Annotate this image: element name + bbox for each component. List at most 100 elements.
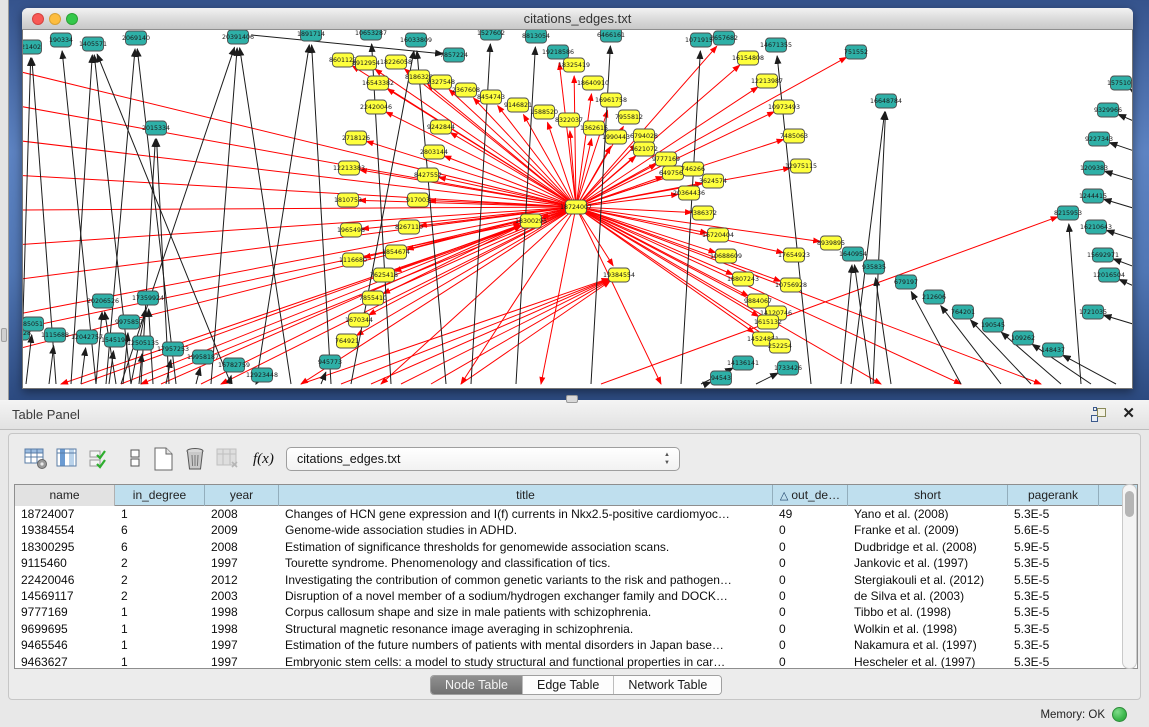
table-row[interactable]: 911546021997Tourette syndrome. Phenomeno… xyxy=(15,555,1137,571)
tab-network-table[interactable]: Network Table xyxy=(614,676,721,695)
graph-node[interactable]: 1640954 xyxy=(839,247,867,261)
graph-node[interactable]: 6466161 xyxy=(597,30,625,42)
graph-node[interactable]: 8427552 xyxy=(414,168,442,182)
graph-node[interactable]: 9327548 xyxy=(427,75,455,89)
graph-node[interactable]: 14136141 xyxy=(727,356,759,370)
graph-node[interactable]: 1621072 xyxy=(630,142,658,156)
graph-node[interactable]: 1990443 xyxy=(602,130,630,144)
column-header-year[interactable]: year xyxy=(205,485,279,506)
column-header-short[interactable]: short xyxy=(848,485,1008,506)
graph-node[interactable]: 764201 xyxy=(951,305,975,319)
column-header-title[interactable]: title xyxy=(279,485,773,506)
graph-node[interactable]: 18640910 xyxy=(577,76,609,90)
graph-node[interactable]: 18325419 xyxy=(558,58,590,72)
graph-node[interactable]: 1527602 xyxy=(477,30,505,40)
table-settings-icon[interactable] xyxy=(23,446,49,472)
graph-node[interactable]: 19958187 xyxy=(187,350,219,364)
graph-node[interactable]: 17654923 xyxy=(778,248,810,262)
graph-node[interactable]: 12042757 xyxy=(71,330,103,344)
graph-node[interactable]: 16648784 xyxy=(870,94,902,108)
graph-node[interactable]: 2657682 xyxy=(710,31,738,45)
graph-node[interactable]: 8454743 xyxy=(477,90,505,104)
graph-node[interactable]: 1209383 xyxy=(1080,161,1108,175)
graph-node[interactable]: 252254 xyxy=(768,339,792,353)
graph-node[interactable]: 12213987 xyxy=(751,74,783,88)
graph-node[interactable]: 16961758 xyxy=(595,93,627,107)
table-row[interactable]: 1938455462009Genome-wide association stu… xyxy=(15,522,1137,538)
graph-node[interactable]: 8939895 xyxy=(817,236,845,250)
table-row[interactable]: 946554611997Estimation of the future num… xyxy=(15,637,1137,653)
graph-node[interactable]: 21402 xyxy=(23,40,42,54)
graph-node[interactable]: 17359924 xyxy=(132,291,164,305)
graph-node[interactable]: 16154808 xyxy=(732,51,764,65)
graph-node[interactable]: 7485063 xyxy=(780,129,808,143)
graph-node[interactable]: 1362615 xyxy=(580,121,608,135)
select-all-icon[interactable] xyxy=(87,446,113,472)
graph-node[interactable]: 16720404 xyxy=(702,228,734,242)
delete-trash-icon[interactable] xyxy=(183,446,209,472)
graph-node[interactable]: 12213383 xyxy=(333,161,365,175)
graph-node[interactable]: 85051 xyxy=(23,317,44,331)
graph-node[interactable]: 20206526 xyxy=(87,294,119,308)
graph-node[interactable]: 1733426 xyxy=(774,361,802,375)
graph-node[interactable]: 764921 xyxy=(335,334,359,348)
graph-node[interactable]: 746266 xyxy=(681,162,705,176)
graph-node[interactable]: 9329966 xyxy=(1094,103,1122,117)
new-document-icon[interactable] xyxy=(151,446,177,472)
graph-node[interactable]: 190334 xyxy=(49,33,73,47)
float-window-icon[interactable] xyxy=(1091,407,1107,422)
graph-node[interactable]: 19218586 xyxy=(542,45,574,59)
left-splitter[interactable] xyxy=(0,0,9,400)
graph-node[interactable]: 15692971 xyxy=(1087,248,1119,262)
graph-node[interactable]: 148437 xyxy=(1041,343,1065,357)
graph-node[interactable]: 2015334 xyxy=(142,121,170,135)
graph-node[interactable]: 6794028 xyxy=(630,129,658,143)
graph-node[interactable]: 8322037 xyxy=(555,113,583,127)
graph-node[interactable]: 1115688 xyxy=(41,328,69,342)
column-header-out_de[interactable]: △out_de… xyxy=(773,485,848,506)
graph-node[interactable]: 212606 xyxy=(922,290,946,304)
table-row[interactable]: 969969511998Structural magnetic resonanc… xyxy=(15,621,1137,637)
table-row[interactable]: 977716911998Corpus callosum shape and si… xyxy=(15,604,1137,620)
graph-node[interactable]: 2803144 xyxy=(420,145,448,159)
graph-node[interactable]: 751552 xyxy=(844,45,868,59)
memory-ok-indicator[interactable] xyxy=(1112,707,1127,722)
graph-node[interactable]: 190545 xyxy=(981,318,1005,332)
graph-node[interactable]: 8813054 xyxy=(522,30,550,43)
table-row[interactable]: 946362711997Embryonic stem cells: a mode… xyxy=(15,654,1137,669)
citation-network-graph[interactable]: 2140219033414055712069140203914061891714… xyxy=(23,30,1133,389)
graph-node[interactable]: 94543 xyxy=(711,371,732,385)
graph-node[interactable]: 9227343 xyxy=(1085,132,1113,146)
graph-node[interactable]: 12505135 xyxy=(127,336,159,350)
graph-node[interactable]: 7386372 xyxy=(689,206,717,220)
graph-node[interactable]: 2367608 xyxy=(452,83,480,97)
column-header-in_degree[interactable]: in_degree xyxy=(115,485,205,506)
graph-node[interactable]: 1721035 xyxy=(1079,305,1107,319)
graph-node[interactable]: 2718126 xyxy=(342,131,370,145)
graph-node[interactable]: 1575107 xyxy=(1107,76,1133,90)
tab-node-table[interactable]: Node Table xyxy=(431,676,523,695)
graph-node[interactable]: 1588520 xyxy=(530,105,558,119)
graph-node[interactable]: 20391406 xyxy=(222,30,254,44)
graph-node[interactable]: 9975857 xyxy=(115,315,143,329)
graph-node[interactable]: 1116680 xyxy=(339,253,367,267)
network-canvas[interactable]: 2140219033414055712069140203914061891714… xyxy=(22,30,1133,389)
graph-node[interactable]: 8267110 xyxy=(395,220,423,234)
graph-node[interactable]: 17957253 xyxy=(157,342,189,356)
graph-node[interactable]: 1545194 xyxy=(101,333,129,347)
graph-node[interactable]: 3624574 xyxy=(699,174,727,188)
graph-node[interactable]: 1244415 xyxy=(1079,189,1107,203)
network-window-titlebar[interactable]: citations_edges.txt xyxy=(22,8,1133,30)
scrollbar-thumb[interactable] xyxy=(1125,491,1134,517)
graph-node[interactable]: 14671355 xyxy=(760,38,792,52)
graph-node[interactable]: 1615132 xyxy=(754,315,782,329)
graph-node[interactable]: 2069140 xyxy=(122,31,150,45)
graph-node[interactable]: 7625418 xyxy=(370,268,398,282)
graph-node[interactable]: 8912954 xyxy=(352,56,380,70)
column-header-pagerank[interactable]: pagerank xyxy=(1008,485,1099,506)
graph-node[interactable]: 1965498 xyxy=(337,223,365,237)
graph-node[interactable]: 10688609 xyxy=(710,249,742,263)
graph-node[interactable]: 109262 xyxy=(1011,331,1035,345)
row-height-icon[interactable] xyxy=(123,446,149,472)
table-scrollbar[interactable] xyxy=(1122,484,1137,669)
